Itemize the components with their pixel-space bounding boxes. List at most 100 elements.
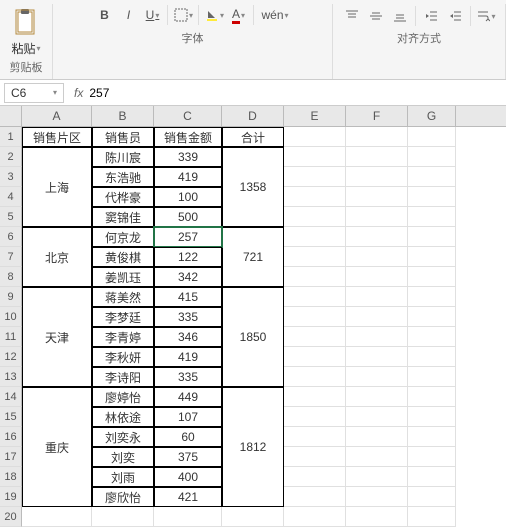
row-header[interactable]: 4 bbox=[0, 187, 22, 207]
row-header[interactable]: 11 bbox=[0, 327, 22, 347]
data-cell[interactable]: 销售员 bbox=[92, 127, 154, 147]
row-header[interactable]: 19 bbox=[0, 487, 22, 507]
row-header[interactable]: 2 bbox=[0, 147, 22, 167]
data-cell[interactable]: 李梦廷 bbox=[92, 307, 154, 327]
data-cell[interactable]: 刘奕 bbox=[92, 447, 154, 467]
row-header[interactable]: 14 bbox=[0, 387, 22, 407]
row-header[interactable]: 15 bbox=[0, 407, 22, 427]
data-cell[interactable]: 李诗阳 bbox=[92, 367, 154, 387]
font-color-button[interactable]: A▾ bbox=[227, 4, 249, 26]
row-header[interactable]: 7 bbox=[0, 247, 22, 267]
data-cell[interactable]: 421 bbox=[154, 487, 222, 507]
data-cell[interactable]: 335 bbox=[154, 367, 222, 387]
data-cell[interactable]: 窦锦佳 bbox=[92, 207, 154, 227]
data-cell[interactable]: 375 bbox=[154, 447, 222, 467]
decrease-indent-button[interactable] bbox=[420, 5, 442, 27]
row-header[interactable]: 18 bbox=[0, 467, 22, 487]
bold-button[interactable]: B bbox=[93, 4, 115, 26]
data-cell[interactable]: 257 bbox=[154, 227, 222, 247]
row-header[interactable]: 3 bbox=[0, 167, 22, 187]
data-cell[interactable]: 重庆 bbox=[22, 387, 92, 507]
row-header[interactable]: 13 bbox=[0, 367, 22, 387]
data-cell[interactable]: 100 bbox=[154, 187, 222, 207]
align-bottom-button[interactable] bbox=[389, 5, 411, 27]
data-cell[interactable]: 林依途 bbox=[92, 407, 154, 427]
underline-button[interactable]: U▾ bbox=[141, 4, 163, 26]
row-header[interactable]: 8 bbox=[0, 267, 22, 287]
data-cell[interactable]: 廖欣怡 bbox=[92, 487, 154, 507]
data-cell[interactable]: 上海 bbox=[22, 147, 92, 227]
data-cell[interactable]: 419 bbox=[154, 167, 222, 187]
paste-dropdown-icon[interactable]: ▾ bbox=[37, 44, 41, 53]
data-cell[interactable]: 721 bbox=[222, 227, 284, 287]
data-cell[interactable]: 刘奕永 bbox=[92, 427, 154, 447]
data-cell[interactable]: 415 bbox=[154, 287, 222, 307]
wrap-text-button[interactable]: ▾ bbox=[475, 5, 497, 27]
data-cell[interactable]: 1358 bbox=[222, 147, 284, 227]
data-cell[interactable]: 60 bbox=[154, 427, 222, 447]
namebox-dropdown-icon[interactable]: ▾ bbox=[53, 88, 57, 97]
data-cell[interactable]: 北京 bbox=[22, 227, 92, 287]
align-top-button[interactable] bbox=[341, 5, 363, 27]
fill-color-button[interactable]: ▾ bbox=[203, 4, 225, 26]
col-header[interactable]: C bbox=[154, 106, 222, 126]
border-button[interactable]: ▾ bbox=[172, 4, 194, 26]
data-cell[interactable]: 1850 bbox=[222, 287, 284, 387]
data-cell[interactable]: 400 bbox=[154, 467, 222, 487]
data-cell[interactable]: 销售片区 bbox=[22, 127, 92, 147]
row-header[interactable]: 5 bbox=[0, 207, 22, 227]
data-cell[interactable]: 李青婷 bbox=[92, 327, 154, 347]
name-box[interactable]: C6 ▾ bbox=[4, 83, 64, 103]
row-header[interactable]: 17 bbox=[0, 447, 22, 467]
row-header[interactable]: 1 bbox=[0, 127, 22, 147]
col-header[interactable]: G bbox=[408, 106, 456, 126]
formula-bar: C6 ▾ fx bbox=[0, 80, 506, 106]
cell-grid[interactable]: 销售片区销售员销售金额合计上海1358陈川宸339东浩驰419代桦豪100窦锦佳… bbox=[22, 127, 456, 527]
data-cell[interactable]: 姜凯珏 bbox=[92, 267, 154, 287]
row-header[interactable]: 20 bbox=[0, 507, 22, 527]
data-cell[interactable]: 419 bbox=[154, 347, 222, 367]
align-middle-button[interactable] bbox=[365, 5, 387, 27]
data-cell[interactable]: 东浩驰 bbox=[92, 167, 154, 187]
col-header[interactable]: D bbox=[222, 106, 284, 126]
data-cell[interactable]: 449 bbox=[154, 387, 222, 407]
data-cell[interactable]: 蒋美然 bbox=[92, 287, 154, 307]
phonetic-button[interactable]: wén▾ bbox=[258, 4, 291, 26]
data-cell[interactable]: 销售金额 bbox=[154, 127, 222, 147]
col-header[interactable]: A bbox=[22, 106, 92, 126]
col-header[interactable]: E bbox=[284, 106, 346, 126]
data-cell[interactable]: 刘雨 bbox=[92, 467, 154, 487]
data-cell[interactable]: 廖婷怡 bbox=[92, 387, 154, 407]
row-header[interactable]: 16 bbox=[0, 427, 22, 447]
paste-button[interactable] bbox=[8, 4, 44, 40]
worksheet: A B C D E F G 12345678910111213141516171… bbox=[0, 106, 506, 527]
data-cell[interactable]: 天津 bbox=[22, 287, 92, 387]
select-all-corner[interactable] bbox=[0, 106, 22, 126]
row-headers: 1234567891011121314151617181920 bbox=[0, 127, 22, 527]
increase-indent-button[interactable] bbox=[444, 5, 466, 27]
data-cell[interactable]: 合计 bbox=[222, 127, 284, 147]
data-cell[interactable]: 李秋妍 bbox=[92, 347, 154, 367]
data-cell[interactable]: 122 bbox=[154, 247, 222, 267]
row-header[interactable]: 12 bbox=[0, 347, 22, 367]
data-cell[interactable]: 346 bbox=[154, 327, 222, 347]
data-cell[interactable]: 陈川宸 bbox=[92, 147, 154, 167]
data-cell[interactable]: 339 bbox=[154, 147, 222, 167]
data-cell[interactable]: 代桦豪 bbox=[92, 187, 154, 207]
row-header[interactable]: 9 bbox=[0, 287, 22, 307]
data-cell[interactable]: 107 bbox=[154, 407, 222, 427]
data-cell[interactable]: 黄俊棋 bbox=[92, 247, 154, 267]
col-header[interactable]: B bbox=[92, 106, 154, 126]
data-cell[interactable]: 何京龙 bbox=[92, 227, 154, 247]
data-cell[interactable]: 335 bbox=[154, 307, 222, 327]
data-cell[interactable]: 1812 bbox=[222, 387, 284, 507]
formula-input[interactable] bbox=[87, 84, 500, 102]
data-cell[interactable]: 342 bbox=[154, 267, 222, 287]
italic-button[interactable]: I bbox=[117, 4, 139, 26]
fx-icon[interactable]: fx bbox=[74, 86, 83, 100]
col-header[interactable]: F bbox=[346, 106, 408, 126]
data-cell[interactable]: 500 bbox=[154, 207, 222, 227]
font-group: B I U▾ ▾ ▾ A▾ wén▾ 字体 bbox=[53, 4, 333, 79]
row-header[interactable]: 6 bbox=[0, 227, 22, 247]
row-header[interactable]: 10 bbox=[0, 307, 22, 327]
